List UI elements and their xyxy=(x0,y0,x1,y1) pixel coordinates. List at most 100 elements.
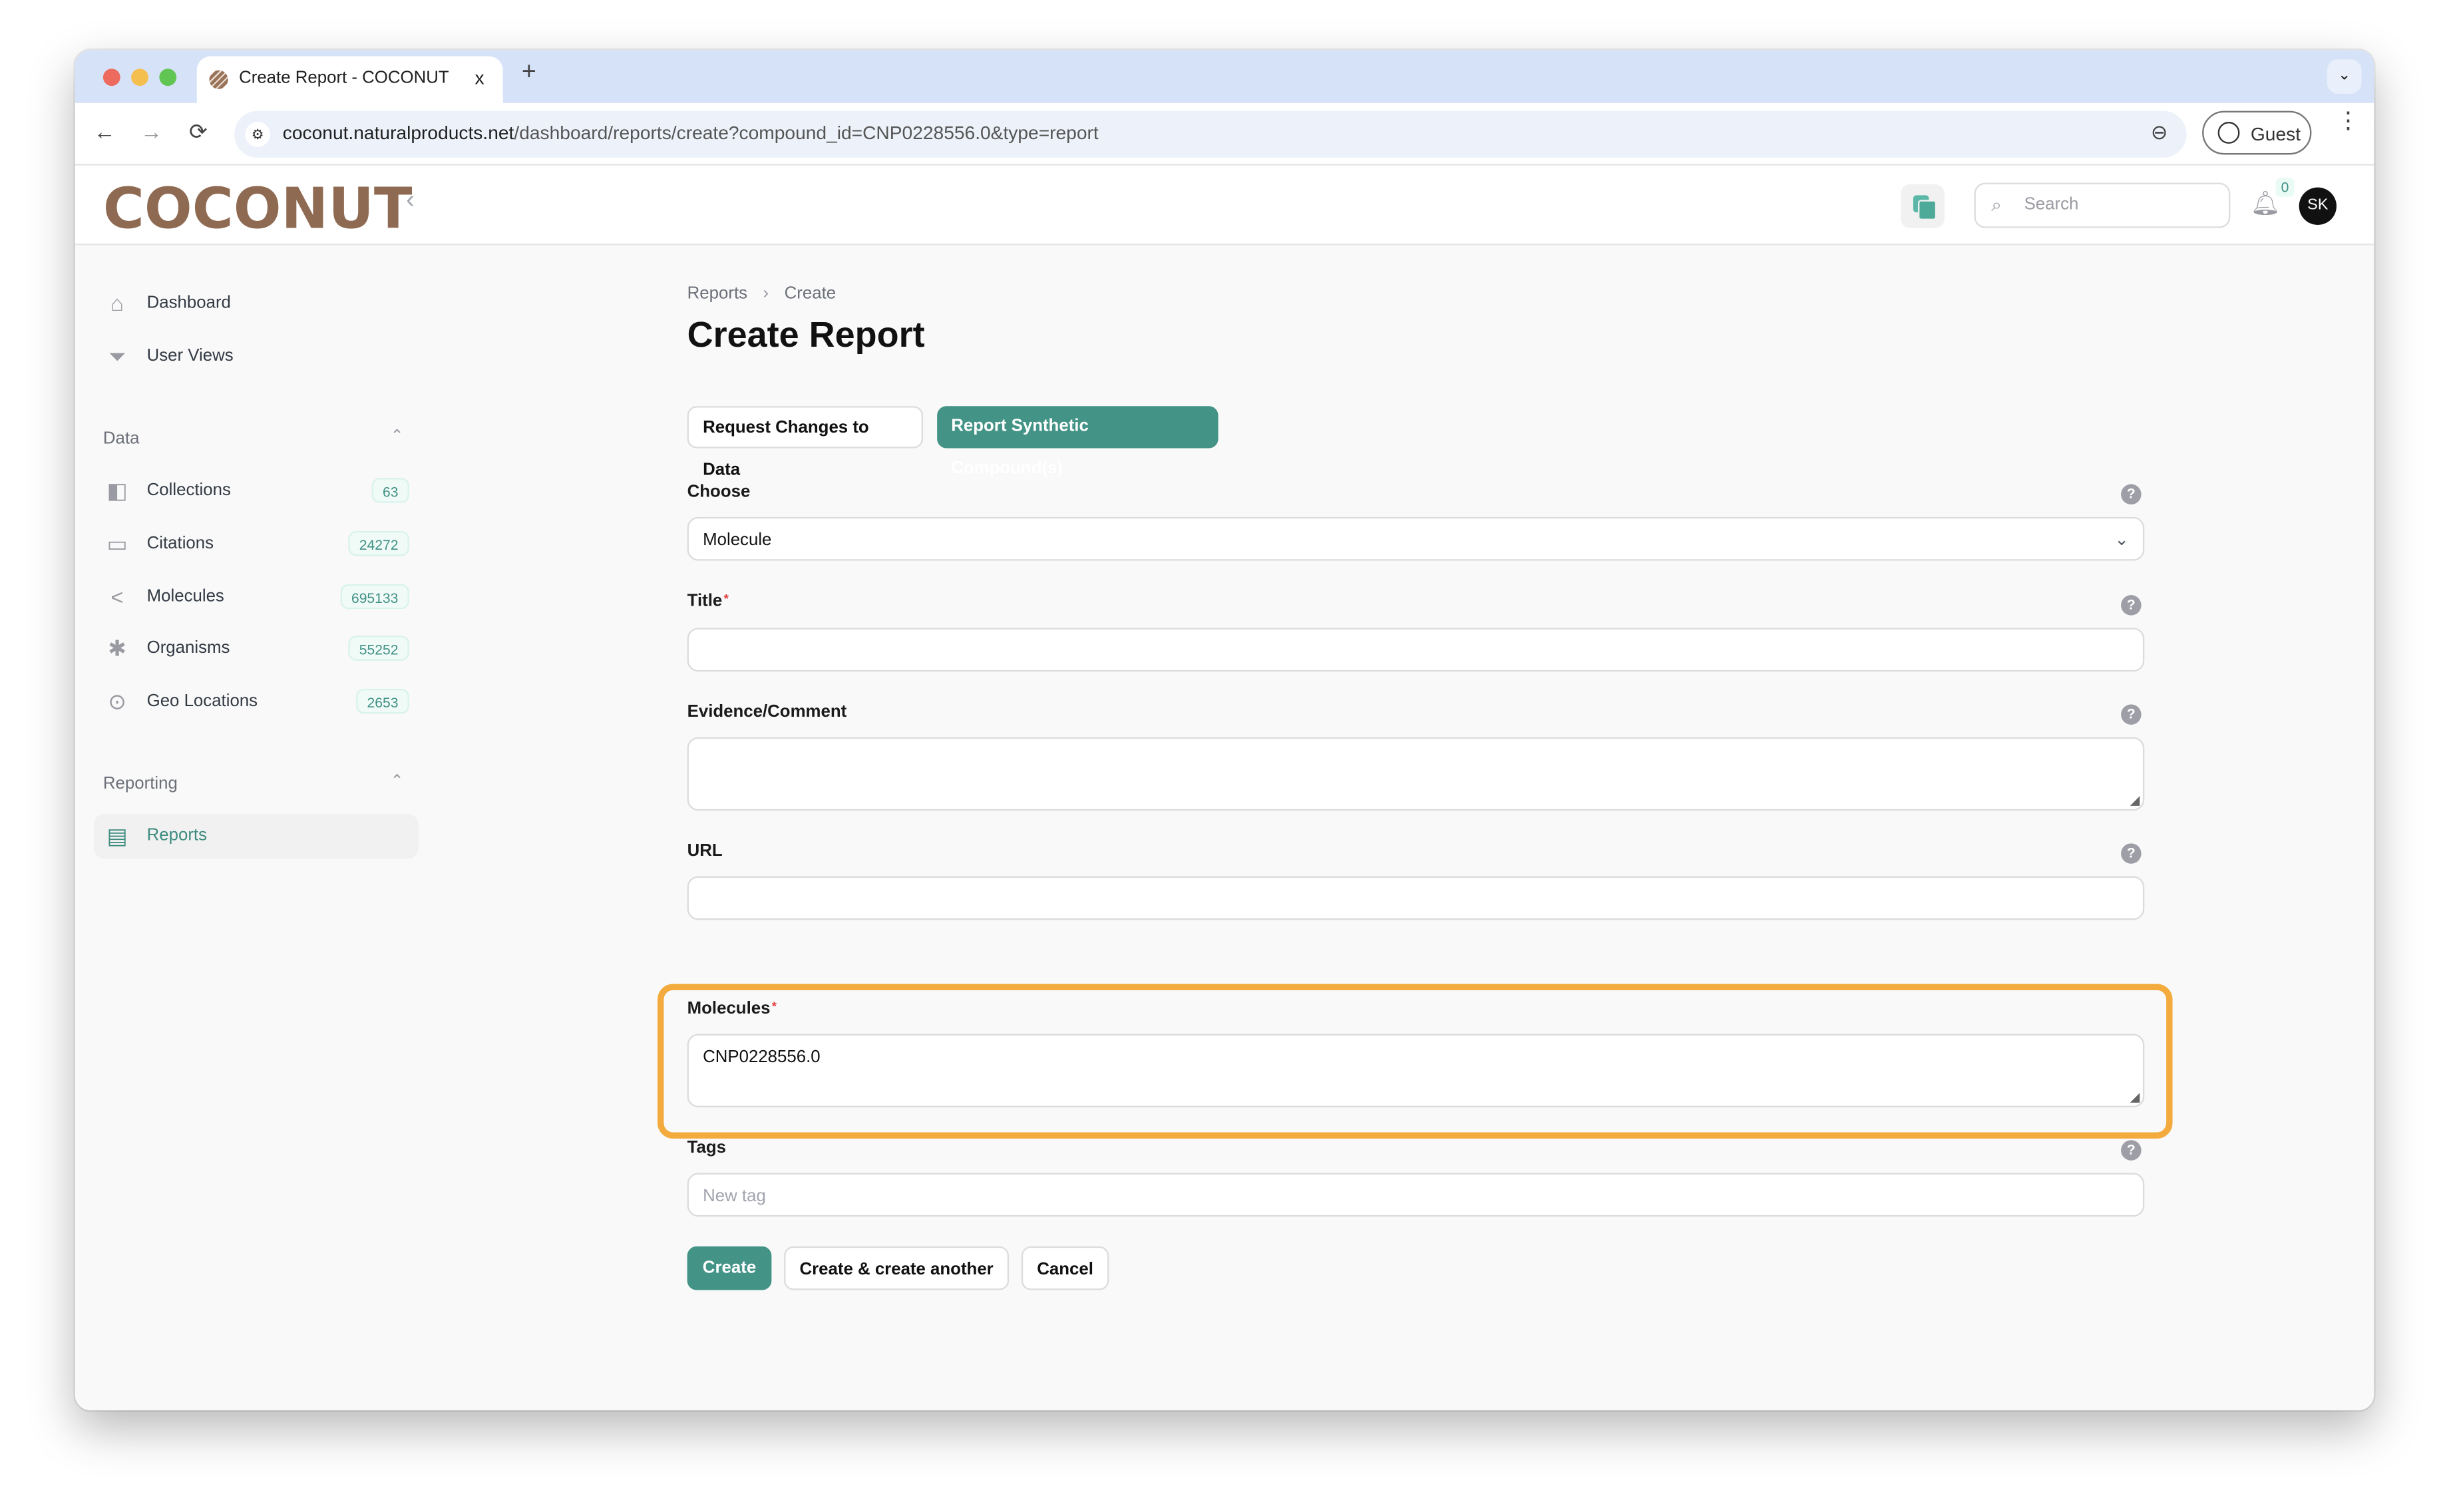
url-path: /dashboard/reports/create?compound_id=CN… xyxy=(514,122,1099,144)
bug-icon: ✱ xyxy=(108,636,126,661)
sidebar-item-label: User Views xyxy=(146,347,234,366)
map-pin-icon: ⊙ xyxy=(108,688,126,714)
title-label-text: Title xyxy=(687,592,723,611)
sidebar-item-user-views[interactable]: ⏷ User Views xyxy=(94,334,419,379)
minimize-window-button[interactable] xyxy=(131,69,148,87)
resize-handle-icon[interactable]: ◢ xyxy=(2130,1090,2140,1104)
sidebar-item-label: Molecules xyxy=(146,587,224,606)
close-window-button[interactable] xyxy=(102,69,120,87)
user-avatar[interactable]: SK xyxy=(2299,187,2337,225)
forward-button[interactable]: → xyxy=(140,118,162,144)
help-icon[interactable]: ? xyxy=(2121,1140,2142,1161)
url-input[interactable] xyxy=(687,876,2145,920)
breadcrumb: Reports › Create xyxy=(687,284,837,303)
count-badge: 2653 xyxy=(356,688,409,714)
notification-count-badge: 0 xyxy=(2275,178,2295,197)
help-icon[interactable]: ? xyxy=(2121,595,2142,616)
count-badge: 55252 xyxy=(348,636,409,661)
group-label-data[interactable]: Data xyxy=(103,429,140,448)
help-icon[interactable]: ? xyxy=(2121,843,2142,864)
molecules-textarea[interactable]: CNP0228556.0 ◢ xyxy=(687,1034,2145,1107)
browser-toolbar: ← → ⟳ ⚙ coconut.naturalproducts.net/dash… xyxy=(75,102,2374,166)
reload-button[interactable]: ⟳ xyxy=(189,118,208,145)
profile-button[interactable]: Guest xyxy=(2202,110,2312,155)
home-icon: ⌂ xyxy=(110,290,124,316)
url-label: URL xyxy=(687,841,723,861)
tab-close-icon[interactable]: x xyxy=(474,67,484,89)
molecules-label-text: Molecules xyxy=(687,1000,771,1019)
back-button[interactable]: ← xyxy=(94,118,116,144)
molecules-label: Molecules * xyxy=(687,1000,777,1018)
new-tab-button[interactable]: + xyxy=(522,59,536,87)
coconut-logo[interactable]: COCONUT xyxy=(103,178,413,242)
tab-title: Create Report - COCONUT xyxy=(239,69,449,88)
account-circle-icon xyxy=(2217,122,2240,144)
breadcrumb-reports[interactable]: Reports xyxy=(687,284,747,303)
search-icon: ⌕ xyxy=(1991,194,2002,216)
evidence-textarea[interactable]: ◢ xyxy=(687,737,2145,811)
browser-window: Create Report - COCONUT x + ⌄ ← → ⟳ ⚙ co… xyxy=(75,50,2374,1411)
filter-icon: ⏷ xyxy=(108,343,126,369)
help-icon[interactable]: ? xyxy=(2121,704,2142,725)
sidebar-item-molecules[interactable]: < Molecules 695133 xyxy=(94,575,419,620)
tags-placeholder: New tag xyxy=(703,1187,766,1206)
chevron-up-icon[interactable]: ⌃ xyxy=(391,428,404,445)
url-host: coconut.naturalproducts.net xyxy=(282,122,514,144)
chevron-down-icon: ⌄ xyxy=(2114,530,2129,550)
profile-label: Guest xyxy=(2250,123,2301,146)
sidebar-item-organisms[interactable]: ✱ Organisms 55252 xyxy=(94,626,419,671)
create-another-button[interactable]: Create & create another xyxy=(784,1246,1010,1290)
url-text[interactable]: coconut.naturalproducts.net/dashboard/re… xyxy=(283,122,1099,144)
resize-handle-icon[interactable]: ◢ xyxy=(2130,793,2140,807)
tab-search-button[interactable]: ⌄ xyxy=(2327,59,2362,94)
maximize-window-button[interactable] xyxy=(159,69,177,87)
sidebar-item-label: Geo Locations xyxy=(146,691,258,711)
breadcrumb-create: Create xyxy=(784,284,837,303)
ticket-icon: ▭ xyxy=(106,530,128,556)
required-marker: * xyxy=(723,592,729,606)
sidebar-item-label: Organisms xyxy=(146,638,230,658)
help-icon[interactable]: ? xyxy=(2121,484,2142,505)
copy-icon-front xyxy=(1917,200,1937,220)
coconut-favicon-icon xyxy=(209,70,228,89)
sidebar-item-geo-locations[interactable]: ⊙ Geo Locations 2653 xyxy=(94,679,419,725)
browser-tab[interactable]: Create Report - COCONUT x xyxy=(196,56,503,103)
evidence-label: Evidence/Comment xyxy=(687,703,847,722)
create-button[interactable]: Create xyxy=(687,1246,772,1290)
choose-select[interactable]: Molecule ⌄ xyxy=(687,516,2145,561)
site-settings-icon[interactable]: ⚙ xyxy=(245,122,271,147)
molecules-value: CNP0228556.0 xyxy=(703,1047,821,1067)
tags-label: Tags xyxy=(687,1138,726,1158)
group-label-reporting[interactable]: Reporting xyxy=(103,775,178,793)
cancel-button[interactable]: Cancel xyxy=(1021,1246,1109,1290)
tab-strip: Create Report - COCONUT x + ⌄ xyxy=(75,50,2374,103)
sidebar-item-label: Citations xyxy=(146,534,214,553)
title-label: Title * xyxy=(687,592,729,610)
sidebar-item-label: Reports xyxy=(146,826,208,845)
archive-box-icon: ▤ xyxy=(106,823,128,849)
required-marker: * xyxy=(771,1000,777,1014)
search-placeholder: Search xyxy=(2024,195,2079,214)
search-input[interactable]: ⌕ Search xyxy=(1974,182,2231,228)
address-bar[interactable]: ⚙ coconut.naturalproducts.net/dashboard/… xyxy=(234,110,2187,158)
sidebar-item-label: Dashboard xyxy=(146,293,231,313)
report-synthetic-button[interactable]: Report Synthetic Compound(s) xyxy=(937,406,1219,478)
browser-menu-button[interactable]: ⋮ xyxy=(2337,109,2360,132)
tags-input[interactable]: New tag xyxy=(687,1173,2145,1217)
choose-label: Choose xyxy=(687,482,751,502)
count-badge: 24272 xyxy=(348,530,409,556)
sidebar-item-citations[interactable]: ▭ Citations 24272 xyxy=(94,522,419,567)
chevron-up-icon[interactable]: ⌃ xyxy=(391,773,404,791)
app-header: COCONUT ‹ ⌕ Search 🔔︎ 0 SK xyxy=(75,165,2374,246)
app-switcher-button[interactable] xyxy=(1901,184,1945,228)
sidebar-item-collections[interactable]: ◧ Collections 63 xyxy=(94,469,419,514)
zoom-icon[interactable]: ⊖ xyxy=(2151,120,2168,146)
count-badge: 695133 xyxy=(340,584,409,610)
sidebar-item-dashboard[interactable]: ⌂ Dashboard xyxy=(94,281,419,326)
collapse-sidebar-icon[interactable]: ‹ xyxy=(406,188,415,216)
sidebar-item-label: Collections xyxy=(146,480,231,500)
sidebar-item-reports[interactable]: ▤ Reports xyxy=(93,813,419,859)
request-changes-button[interactable]: Request Changes to Data xyxy=(687,406,924,479)
title-input[interactable] xyxy=(687,628,2145,672)
count-badge: 63 xyxy=(371,478,409,503)
